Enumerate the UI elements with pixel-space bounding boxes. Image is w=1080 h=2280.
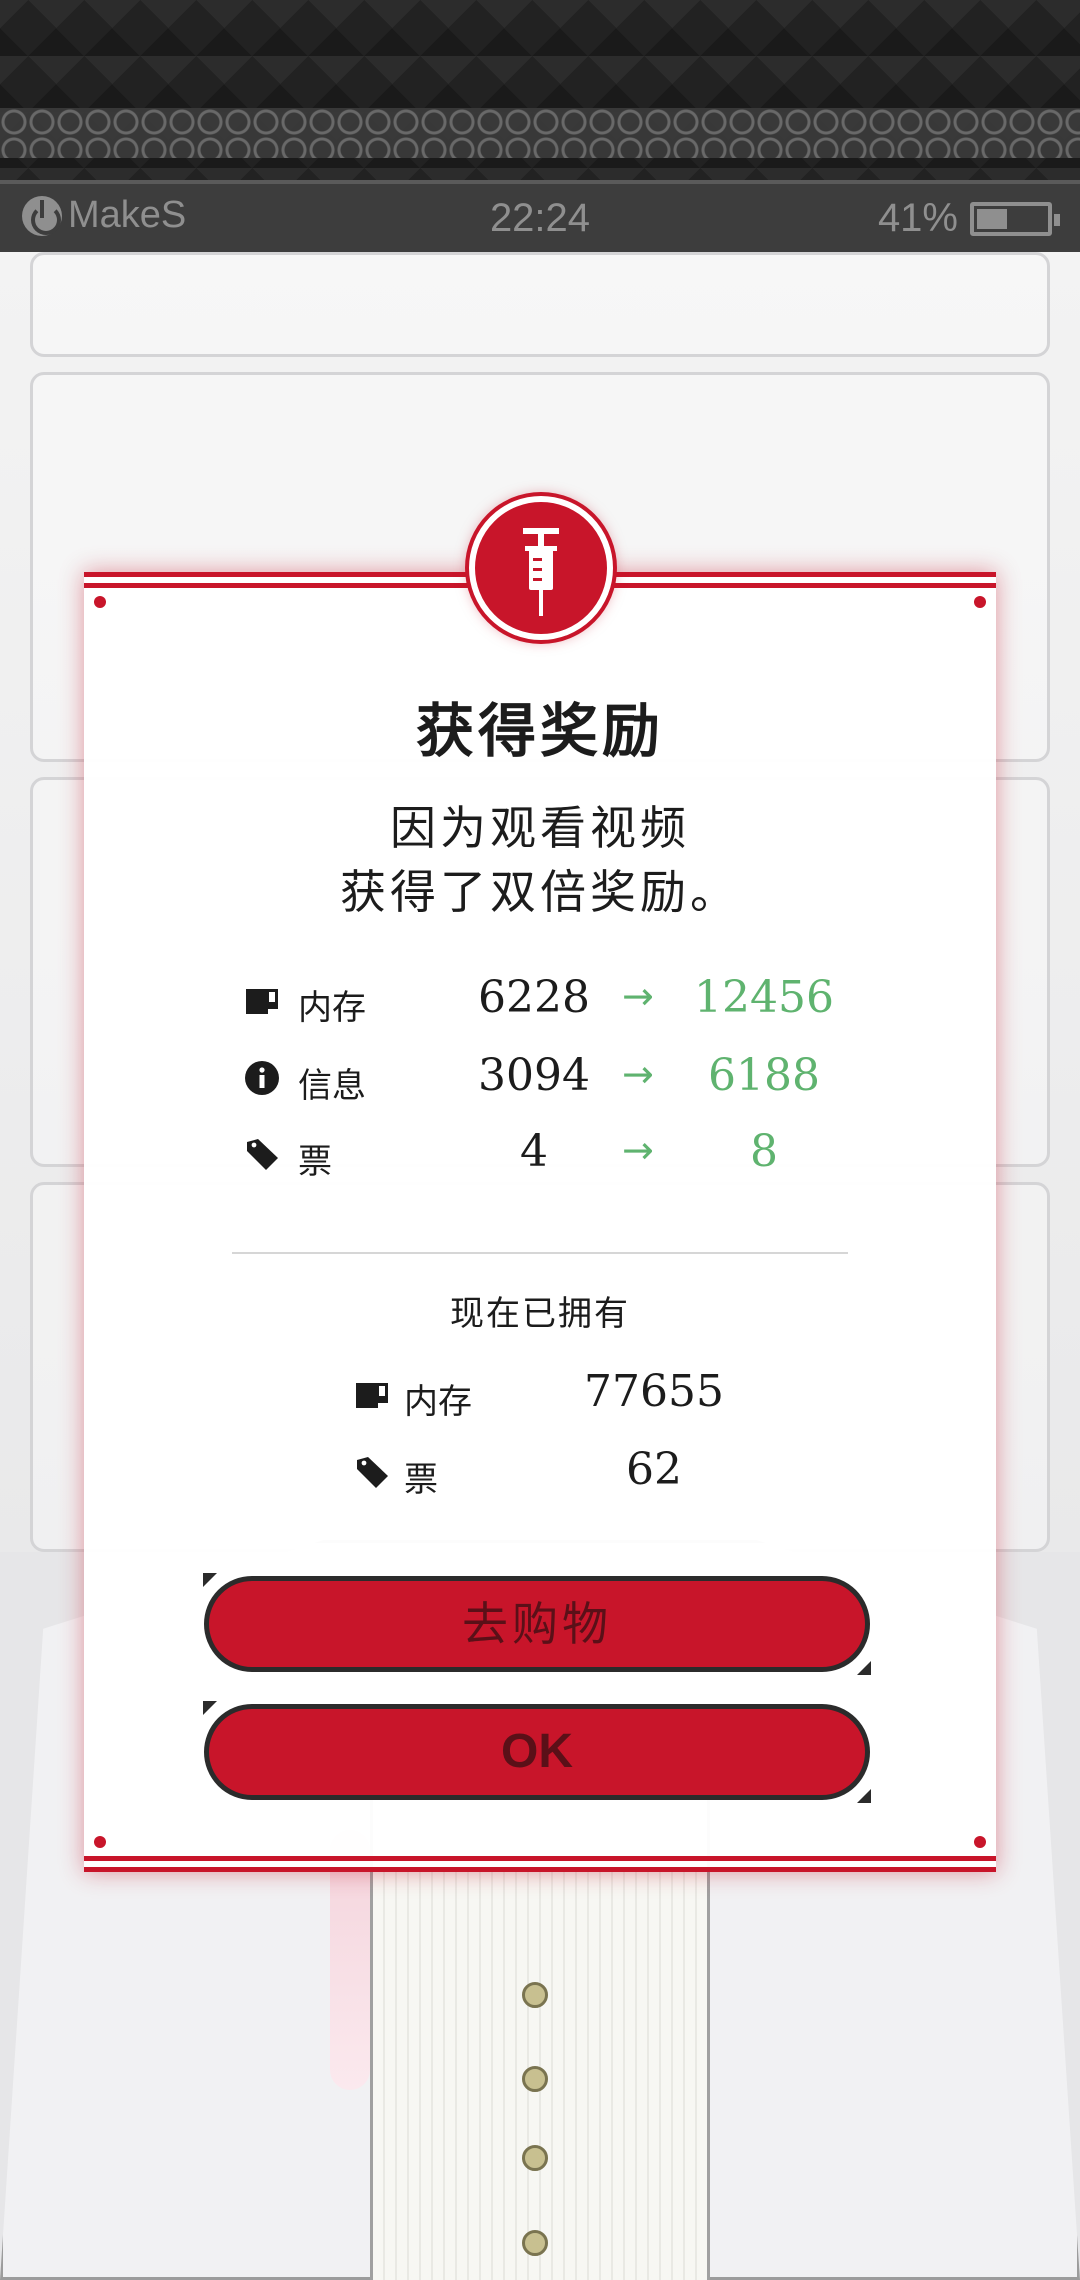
reward-new-value: 8 xyxy=(750,1126,778,1177)
button-corner xyxy=(857,1661,871,1675)
owned-value: 77655 xyxy=(584,1366,724,1417)
reward-row-memory: 内存 6228 → 12456 xyxy=(244,970,884,1030)
battery-status: 41% xyxy=(877,196,1060,241)
vest-button xyxy=(522,1982,548,2008)
reward-new-value: 6188 xyxy=(708,1050,820,1101)
vest-button xyxy=(522,2230,548,2256)
info-icon xyxy=(245,1061,279,1095)
arrow-right-icon: → xyxy=(622,1052,654,1096)
ticket-icon xyxy=(357,1457,388,1488)
owned-value: 62 xyxy=(626,1444,682,1495)
arrow-right-icon: → xyxy=(622,1128,654,1172)
reward-dialog: 获得奖励 因为观看视频 获得了双倍奖励。 内存 6228 → 12456 信息 … xyxy=(84,496,996,1872)
status-bar: MakeS 22:24 41% xyxy=(0,180,1080,252)
button-corner xyxy=(203,1573,217,1587)
battery-percent: 41% xyxy=(877,196,958,240)
reward-label: 票 xyxy=(298,1142,332,1182)
reward-old-value: 6228 xyxy=(478,972,590,1023)
owned-label: 内存 xyxy=(404,1382,472,1422)
memory-card-icon xyxy=(356,1383,388,1408)
ticket-icon xyxy=(247,1139,278,1170)
battery-fill xyxy=(977,208,1008,229)
reward-label: 信息 xyxy=(298,1066,366,1106)
button-corner xyxy=(857,1789,871,1803)
vest-button xyxy=(522,2145,548,2171)
reward-row-info: 信息 3094 → 6188 xyxy=(244,1048,884,1108)
reward-label: 内存 xyxy=(298,988,366,1028)
memory-card-icon xyxy=(246,989,278,1014)
arrow-right-icon: → xyxy=(622,974,654,1018)
divider xyxy=(232,1252,848,1254)
reward-new-value: 12456 xyxy=(694,972,834,1023)
owned-title: 现在已拥有 xyxy=(450,1294,630,1334)
reward-old-value: 3094 xyxy=(478,1050,590,1101)
syringe-icon xyxy=(469,496,613,640)
ok-button[interactable]: OK xyxy=(203,1701,871,1803)
owned-label: 票 xyxy=(404,1460,438,1500)
description-line: 因为观看视频 xyxy=(390,801,690,855)
go-shopping-button[interactable]: 去购物 xyxy=(203,1573,871,1675)
corner-dot xyxy=(94,1836,106,1848)
owned-row-ticket: 票 62 xyxy=(354,1442,754,1502)
reward-row-ticket: 票 4 → 8 xyxy=(244,1124,884,1184)
reward-old-value: 4 xyxy=(520,1126,548,1177)
corner-dot xyxy=(974,1836,986,1848)
character-vest xyxy=(370,1800,710,2280)
battery-icon xyxy=(970,201,1060,236)
go-shopping-label: 去购物 xyxy=(462,1597,612,1651)
owned-row-memory: 内存 77655 xyxy=(354,1364,754,1424)
bg-panel xyxy=(30,252,1050,357)
lace-trim xyxy=(0,108,1080,158)
description-line: 获得了双倍奖励。 xyxy=(340,865,740,919)
corner-dot xyxy=(94,596,106,608)
button-corner xyxy=(203,1701,217,1715)
ok-label: OK xyxy=(501,1725,573,1778)
vest-button xyxy=(522,2066,548,2092)
dialog-description: 因为观看视频 获得了双倍奖励。 xyxy=(84,796,996,924)
dialog-title: 获得奖励 xyxy=(415,697,664,765)
dialog-border-bottom xyxy=(84,1856,996,1872)
corner-dot xyxy=(974,596,986,608)
